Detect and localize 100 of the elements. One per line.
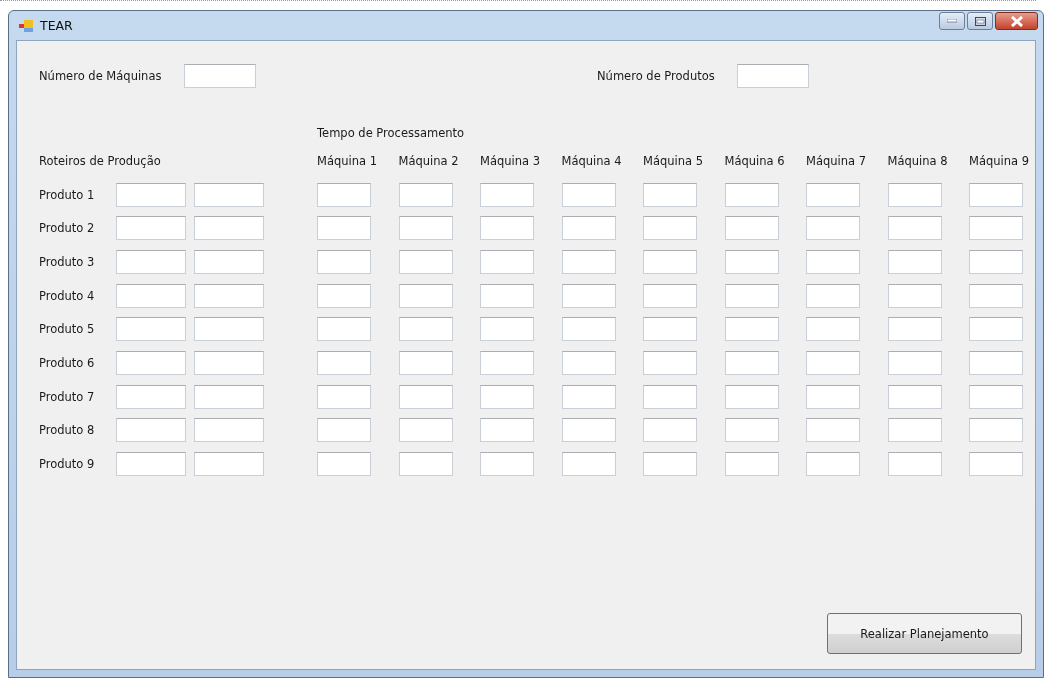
input-field[interactable] bbox=[969, 249, 1023, 274]
input-field[interactable] bbox=[480, 182, 534, 207]
input-field[interactable] bbox=[969, 182, 1023, 207]
input-field[interactable] bbox=[969, 350, 1023, 375]
input-field[interactable] bbox=[561, 182, 616, 207]
input-field[interactable] bbox=[969, 384, 1023, 409]
input-field[interactable] bbox=[194, 317, 264, 342]
input-field[interactable] bbox=[480, 317, 534, 342]
input-field[interactable] bbox=[561, 384, 616, 409]
input-field[interactable] bbox=[887, 283, 942, 308]
input-field[interactable] bbox=[116, 283, 186, 308]
input-field[interactable] bbox=[887, 384, 942, 409]
input-field[interactable] bbox=[806, 418, 860, 443]
input-field[interactable] bbox=[116, 216, 186, 241]
input-field[interactable] bbox=[317, 182, 371, 207]
input-field[interactable] bbox=[643, 283, 697, 308]
input-field[interactable] bbox=[724, 182, 779, 207]
input-field[interactable] bbox=[724, 350, 779, 375]
input-field[interactable] bbox=[116, 317, 186, 342]
input-field[interactable] bbox=[194, 182, 264, 207]
input-field[interactable] bbox=[643, 317, 697, 342]
input-field[interactable] bbox=[194, 384, 264, 409]
input-field[interactable] bbox=[724, 249, 779, 274]
input-field[interactable] bbox=[317, 216, 371, 241]
input-field[interactable] bbox=[480, 350, 534, 375]
input-field[interactable] bbox=[561, 249, 616, 274]
input-field[interactable] bbox=[194, 350, 264, 375]
input-field[interactable] bbox=[561, 418, 616, 443]
input-field[interactable] bbox=[737, 64, 809, 88]
input-field[interactable] bbox=[806, 350, 860, 375]
input-field[interactable] bbox=[194, 418, 264, 443]
input-field[interactable] bbox=[887, 350, 942, 375]
input-field[interactable] bbox=[643, 350, 697, 375]
input-field[interactable] bbox=[398, 216, 453, 241]
input-field[interactable] bbox=[806, 317, 860, 342]
input-field[interactable] bbox=[194, 283, 264, 308]
input-field[interactable] bbox=[398, 418, 453, 443]
input-field[interactable] bbox=[724, 418, 779, 443]
input-field[interactable] bbox=[398, 249, 453, 274]
input-field[interactable] bbox=[116, 384, 186, 409]
input-field[interactable] bbox=[398, 283, 453, 308]
input-field[interactable] bbox=[317, 452, 371, 477]
input-field[interactable] bbox=[480, 452, 534, 477]
input-field[interactable] bbox=[643, 384, 697, 409]
input-field[interactable] bbox=[806, 283, 860, 308]
input-field[interactable] bbox=[317, 384, 371, 409]
input-field[interactable] bbox=[969, 283, 1023, 308]
input-field[interactable] bbox=[969, 317, 1023, 342]
input-field[interactable] bbox=[643, 216, 697, 241]
input-field[interactable] bbox=[643, 452, 697, 477]
input-field[interactable] bbox=[724, 384, 779, 409]
input-field[interactable] bbox=[806, 452, 860, 477]
input-field[interactable] bbox=[317, 350, 371, 375]
input-field[interactable] bbox=[643, 249, 697, 274]
input-field[interactable] bbox=[887, 249, 942, 274]
input-field[interactable] bbox=[724, 452, 779, 477]
input-field[interactable] bbox=[887, 182, 942, 207]
input-field[interactable] bbox=[317, 418, 371, 443]
input-field[interactable] bbox=[724, 317, 779, 342]
input-field[interactable] bbox=[724, 283, 779, 308]
close-button[interactable] bbox=[995, 12, 1038, 30]
input-field[interactable] bbox=[806, 216, 860, 241]
input-field[interactable] bbox=[969, 452, 1023, 477]
input-field[interactable] bbox=[317, 317, 371, 342]
input-field[interactable] bbox=[643, 182, 697, 207]
input-field[interactable] bbox=[116, 350, 186, 375]
input-field[interactable] bbox=[724, 216, 779, 241]
input-field[interactable] bbox=[480, 384, 534, 409]
input-field[interactable] bbox=[561, 283, 616, 308]
input-field[interactable] bbox=[194, 452, 264, 477]
input-field[interactable] bbox=[561, 216, 616, 241]
input-field[interactable] bbox=[116, 182, 186, 207]
input-field[interactable] bbox=[480, 216, 534, 241]
input-field[interactable] bbox=[398, 350, 453, 375]
input-field[interactable] bbox=[561, 350, 616, 375]
input-field[interactable] bbox=[194, 249, 264, 274]
input-field[interactable] bbox=[969, 216, 1023, 241]
input-field[interactable] bbox=[969, 418, 1023, 443]
maximize-button[interactable] bbox=[967, 12, 993, 30]
input-field[interactable] bbox=[398, 384, 453, 409]
minimize-button[interactable] bbox=[939, 12, 965, 30]
input-field[interactable] bbox=[643, 418, 697, 443]
input-field[interactable] bbox=[806, 249, 860, 274]
input-field[interactable] bbox=[887, 216, 942, 241]
input-field[interactable] bbox=[887, 452, 942, 477]
input-field[interactable] bbox=[398, 182, 453, 207]
input-field[interactable] bbox=[398, 317, 453, 342]
input-field[interactable] bbox=[317, 249, 371, 274]
input-field[interactable] bbox=[561, 452, 616, 477]
input-field[interactable] bbox=[184, 64, 256, 88]
input-field[interactable] bbox=[561, 317, 616, 342]
input-field[interactable] bbox=[806, 182, 860, 207]
input-field[interactable] bbox=[116, 249, 186, 274]
input-field[interactable] bbox=[398, 452, 453, 477]
input-field[interactable] bbox=[887, 317, 942, 342]
plan-button[interactable]: Realizar Planejamento bbox=[827, 613, 1022, 654]
input-field[interactable] bbox=[116, 418, 186, 443]
input-field[interactable] bbox=[116, 452, 186, 477]
input-field[interactable] bbox=[480, 249, 534, 274]
input-field[interactable] bbox=[480, 418, 534, 443]
